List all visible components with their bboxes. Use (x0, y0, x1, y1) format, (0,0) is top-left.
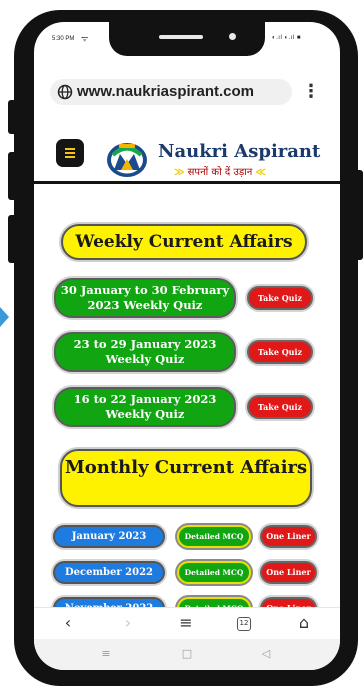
menu-icon[interactable]: ≡ (174, 612, 198, 634)
left-wing-icon: ≫ (174, 167, 185, 178)
system-back-icon[interactable]: ◁ (256, 645, 276, 663)
naukri-aspirant-logo (107, 143, 147, 177)
month-button[interactable]: January 2023 (53, 525, 165, 548)
front-camera (229, 33, 236, 40)
speaker-grille (159, 35, 203, 39)
back-icon[interactable]: ‹ (56, 612, 80, 634)
brand-tagline: ≫ सपनों को दें उड़ान ≪ (174, 164, 266, 178)
browser-bottom-toolbar: ‹ › ≡ 12 ⌂ (34, 607, 340, 639)
brand-title: Naukri Aspirant (158, 141, 321, 162)
recent-apps-icon[interactable]: ≡ (96, 645, 116, 663)
signal-battery-icons: ◐.ıl ◐.ıl ■ (272, 35, 302, 41)
system-navigation-bar: ≡ □ ◁ (34, 639, 340, 670)
weekly-current-affairs-heading[interactable]: Weekly Current Affairs (61, 224, 307, 260)
take-quiz-button[interactable]: Take Quiz (247, 395, 313, 419)
tab-count: 12 (237, 616, 251, 631)
take-quiz-button[interactable]: Take Quiz (247, 286, 313, 310)
home-icon[interactable]: ⌂ (292, 612, 316, 634)
brand-tagline-text: सपनों को दें उड़ान (187, 167, 253, 178)
camera-notch (109, 22, 265, 56)
forward-icon[interactable]: › (116, 612, 140, 634)
site-header: Naukri Aspirant ≫ सपनों को दें उड़ान ≪ (34, 112, 340, 184)
take-quiz-button[interactable]: Take Quiz (247, 340, 313, 364)
left-arrow-decoration (0, 307, 9, 327)
right-wing-icon: ≪ (255, 167, 266, 178)
hamburger-menu-icon[interactable] (56, 139, 84, 167)
more-options-icon[interactable]: ⋮ (302, 82, 320, 104)
wifi-icon: ᯤ (81, 34, 89, 43)
address-bar[interactable]: www.naukriaspirant.com (50, 79, 292, 105)
one-liner-button[interactable]: One Liner (260, 525, 317, 548)
system-home-icon[interactable]: □ (177, 645, 197, 663)
one-liner-button[interactable]: One Liner (260, 561, 317, 584)
phone-screen: 5:30 PM ᯤ ◐.ıl ◐.ıl ■ www.naukriaspirant… (34, 22, 340, 670)
weekly-quiz-link[interactable]: 16 to 22 January 2023 Weekly Quiz (54, 387, 236, 427)
tabs-icon[interactable]: 12 (232, 612, 256, 634)
month-button[interactable]: December 2022 (53, 561, 165, 584)
url-text: www.naukriaspirant.com (77, 83, 254, 100)
detailed-mcq-button[interactable]: Detailed MCQ (177, 525, 251, 548)
weekly-quiz-link[interactable]: 30 January to 30 February 2023 Weekly Qu… (54, 278, 236, 318)
detailed-mcq-button[interactable]: Detailed MCQ (177, 561, 251, 584)
weekly-quiz-link[interactable]: 23 to 29 January 2023 Weekly Quiz (54, 332, 236, 372)
globe-icon (57, 84, 73, 100)
status-time: 5:30 PM (52, 36, 75, 42)
monthly-current-affairs-heading[interactable]: Monthly Current Affairs (60, 449, 312, 507)
page-content: Weekly Current Affairs 30 January to 30 … (34, 187, 340, 620)
